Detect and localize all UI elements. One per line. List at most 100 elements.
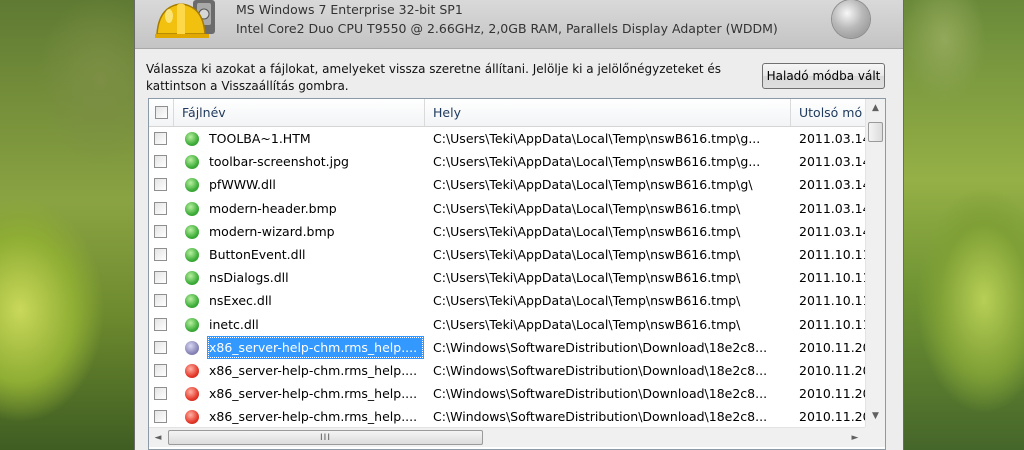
status-dot-icon <box>185 201 199 216</box>
status-dot-icon <box>185 155 199 170</box>
table-row[interactable]: ButtonEvent.dll C:\Users\Teki\AppData\Lo… <box>149 243 865 266</box>
file-location: C:\Users\Teki\AppData\Local\Temp\nswB616… <box>433 223 741 239</box>
file-name: modern-header.bmp <box>209 200 337 216</box>
scroll-down-icon[interactable]: ▼ <box>866 407 885 425</box>
file-location: C:\Users\Teki\AppData\Local\Temp\nswB616… <box>433 293 741 309</box>
table-row[interactable]: x86_server-help-chm.rms_help.... C:\Wind… <box>149 405 865 428</box>
column-header-modified[interactable]: Utolsó mó <box>791 99 865 127</box>
status-dot-icon <box>185 178 199 193</box>
desktop-wallpaper-left <box>0 0 134 450</box>
file-date: 2011.10.11 <box>799 293 865 309</box>
file-location: C:\Windows\SoftwareDistribution\Download… <box>433 339 768 355</box>
file-name: nsDialogs.dll <box>209 270 289 286</box>
table-row[interactable]: inetc.dll C:\Users\Teki\AppData\Local\Te… <box>149 313 865 336</box>
file-name: modern-wizard.bmp <box>209 223 335 239</box>
status-dot-icon <box>185 410 199 425</box>
advanced-mode-button[interactable]: Haladó módba vált <box>762 63 885 89</box>
instructions-text: Válassza ki azokat a fájlokat, amelyeket… <box>146 62 722 93</box>
table-row[interactable]: TOOLBA~1.HTM C:\Users\Teki\AppData\Local… <box>149 127 865 150</box>
row-checkbox[interactable] <box>154 247 167 261</box>
row-checkbox[interactable] <box>154 132 167 145</box>
column-header-location[interactable]: Hely <box>425 99 791 127</box>
row-checkbox[interactable] <box>154 340 167 354</box>
file-location: C:\Users\Teki\AppData\Local\Temp\nswB616… <box>433 246 741 262</box>
system-info-header: MS Windows 7 Enterprise 32-bit SP1 Intel… <box>135 0 903 49</box>
row-checkbox[interactable] <box>154 178 167 192</box>
file-rows: TOOLBA~1.HTM C:\Users\Teki\AppData\Local… <box>149 127 865 428</box>
scroll-left-icon[interactable]: ◄ <box>149 428 167 447</box>
file-name: toolbar-screenshot.jpg <box>209 154 349 170</box>
file-location: C:\Windows\SoftwareDistribution\Download… <box>433 409 768 425</box>
file-date: 2011.10.11 <box>799 316 865 332</box>
file-location: C:\Users\Teki\AppData\Local\Temp\nswB616… <box>433 177 753 193</box>
file-location: C:\Windows\SoftwareDistribution\Download… <box>433 386 768 402</box>
column-header-filename[interactable]: Fájlnév <box>174 99 425 127</box>
hard-hat-drive-icon <box>155 0 225 44</box>
file-date: 2011.10.11 <box>799 270 865 286</box>
status-dot-icon <box>185 224 199 239</box>
file-name: pfWWW.dll <box>209 177 276 193</box>
status-dot-icon <box>185 271 199 286</box>
system-info-text: MS Windows 7 Enterprise 32-bit SP1 Intel… <box>236 0 778 38</box>
recovery-window: MS Windows 7 Enterprise 32-bit SP1 Intel… <box>134 0 904 450</box>
desktop-wallpaper-right <box>904 0 1024 450</box>
os-info: MS Windows 7 Enterprise 32-bit SP1 <box>236 2 463 17</box>
vertical-scrollbar[interactable]: ▲ ▼ <box>865 99 885 427</box>
row-checkbox[interactable] <box>154 317 167 331</box>
row-checkbox[interactable] <box>154 387 167 401</box>
file-name: nsExec.dll <box>209 293 272 309</box>
file-date: 2011.10.11 <box>799 246 865 262</box>
table-row[interactable]: x86_server-help-chm.rms_help.... C:\Wind… <box>149 382 865 405</box>
file-date: 2010.11.20 <box>799 386 865 402</box>
table-row[interactable]: modern-header.bmp C:\Users\Teki\AppData\… <box>149 197 865 220</box>
table-row[interactable]: modern-wizard.bmp C:\Users\Teki\AppData\… <box>149 220 865 243</box>
scroll-up-icon[interactable]: ▲ <box>866 99 885 117</box>
scroll-corner <box>865 427 885 447</box>
horizontal-scrollbar[interactable]: ◄ III ► <box>149 427 865 447</box>
table-row[interactable]: nsExec.dll C:\Users\Teki\AppData\Local\T… <box>149 289 865 312</box>
status-dot-icon <box>185 294 199 309</box>
table-row[interactable]: toolbar-screenshot.jpg C:\Users\Teki\App… <box>149 150 865 173</box>
file-name: x86_server-help-chm.rms_help.... <box>209 362 418 378</box>
horizontal-scroll-thumb[interactable]: III <box>168 430 483 445</box>
row-checkbox[interactable] <box>154 271 167 285</box>
file-date: 2010.11.20 <box>799 339 865 355</box>
file-date: 2010.11.20 <box>799 362 865 378</box>
file-name: ButtonEvent.dll <box>209 246 306 262</box>
row-checkbox[interactable] <box>154 224 167 238</box>
file-name: inetc.dll <box>209 316 259 332</box>
file-location: C:\Windows\SoftwareDistribution\Download… <box>433 362 768 378</box>
file-date: 2011.03.14 <box>799 131 865 146</box>
file-name: x86_server-help-chm.rms_help.... <box>207 335 424 359</box>
file-list: Fájlnév Hely Utolsó mó TOOLBA~1.HTM C:\U… <box>148 98 886 450</box>
file-location: C:\Users\Teki\AppData\Local\Temp\nswB616… <box>433 200 741 216</box>
row-checkbox[interactable] <box>154 410 167 424</box>
status-dot-icon <box>185 387 199 402</box>
select-all-checkbox[interactable] <box>154 106 168 119</box>
row-checkbox[interactable] <box>154 201 167 215</box>
table-row[interactable]: x86_server-help-chm.rms_help.... C:\Wind… <box>149 359 865 382</box>
table-row[interactable]: pfWWW.dll C:\Users\Teki\AppData\Local\Te… <box>149 173 865 196</box>
table-row[interactable]: x86_server-help-chm.rms_help.... C:\Wind… <box>149 335 865 359</box>
row-checkbox[interactable] <box>154 363 167 377</box>
scroll-right-icon[interactable]: ► <box>846 428 864 447</box>
status-dot-icon <box>185 247 199 262</box>
file-location: C:\Users\Teki\AppData\Local\Temp\nswB616… <box>433 154 761 170</box>
file-date: 2010.11.20 <box>799 409 865 425</box>
file-name: x86_server-help-chm.rms_help.... <box>209 409 418 425</box>
file-date: 2011.03.14 <box>799 177 865 193</box>
file-date: 2011.03.14 <box>799 223 865 239</box>
table-row[interactable]: nsDialogs.dll C:\Users\Teki\AppData\Loca… <box>149 266 865 289</box>
select-all-header <box>149 99 174 127</box>
file-name: x86_server-help-chm.rms_help.... <box>209 386 418 402</box>
file-location: C:\Users\Teki\AppData\Local\Temp\nswB616… <box>433 316 741 332</box>
vertical-scroll-thumb[interactable] <box>868 122 883 142</box>
status-dot-icon <box>185 132 199 146</box>
row-checkbox[interactable] <box>154 294 167 308</box>
file-date: 2011.03.14 <box>799 200 865 216</box>
file-name: TOOLBA~1.HTM <box>209 131 311 146</box>
status-dot-icon <box>185 317 199 332</box>
row-checkbox[interactable] <box>154 155 167 169</box>
hardware-info: Intel Core2 Duo CPU T9550 @ 2.66GHz, 2,0… <box>236 21 778 36</box>
file-date: 2011.03.14 <box>799 154 865 170</box>
